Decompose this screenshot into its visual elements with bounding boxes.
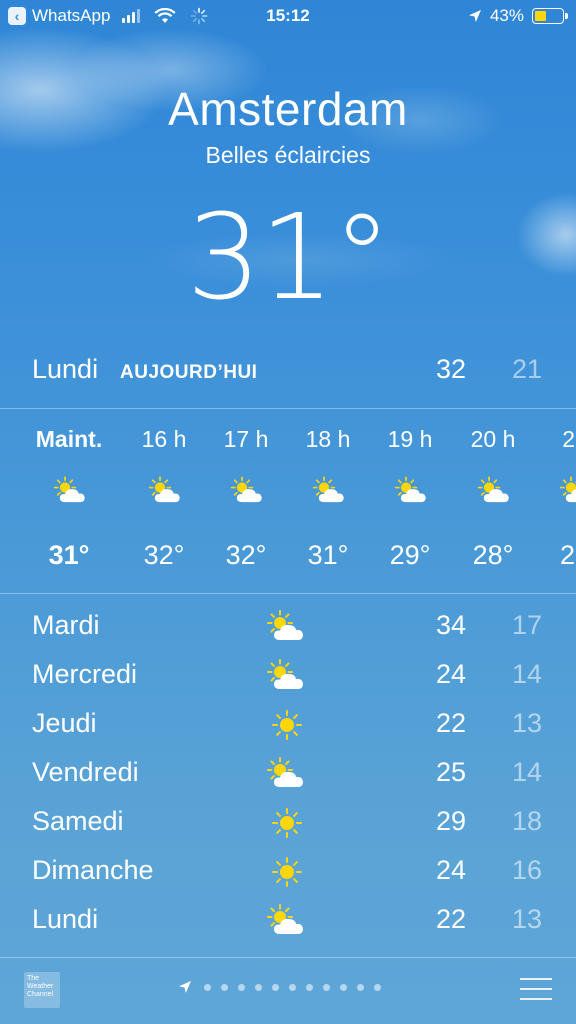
hour-label: 20 h	[470, 426, 516, 452]
battery-percentage: 43%	[489, 6, 524, 25]
page-dot[interactable]	[340, 983, 347, 991]
day-low: 14	[511, 659, 542, 689]
weather-channel-logo[interactable]: The Weather Channel	[24, 972, 60, 1008]
hour-temperature: 31°	[307, 540, 349, 570]
today-tag: AUJOURD’HUI	[120, 362, 258, 383]
partly-sunny-icon	[559, 476, 576, 506]
day-name: Mercredi	[32, 659, 138, 689]
hour-temperature: 32°	[225, 540, 267, 570]
partly-sunny-icon	[394, 476, 430, 506]
hour-temperature: 31°	[48, 540, 90, 570]
partly-sunny-icon	[53, 476, 89, 506]
day-low: 14	[511, 757, 542, 787]
hour-temperature: 27	[559, 540, 576, 570]
hourly-item: 20 h 28°	[452, 410, 534, 592]
day-low: 16	[511, 855, 542, 885]
hour-temperature: 28°	[472, 540, 514, 570]
page-dot[interactable]	[238, 983, 245, 991]
day-high: 34	[435, 610, 466, 640]
hour-label: 17 h	[223, 426, 269, 452]
day-name: Samedi	[32, 806, 124, 836]
city-list-icon[interactable]	[520, 978, 552, 1000]
daily-row: Vendredi 25 14	[0, 749, 576, 798]
partly-sunny-icon	[477, 476, 513, 506]
day-high: 29	[435, 806, 466, 836]
page-dot[interactable]	[323, 983, 330, 991]
daily-row: Samedi 29 18	[0, 798, 576, 847]
page-indicator[interactable]	[178, 980, 381, 994]
day-high: 24	[435, 855, 466, 885]
day-name: Dimanche	[32, 855, 154, 885]
daily-row: Mardi 34 17	[0, 602, 576, 651]
day-high: 22	[435, 708, 466, 738]
partly-sunny-icon	[230, 476, 266, 506]
today-low: 21	[511, 354, 542, 384]
partly-sunny-icon	[266, 757, 308, 791]
divider	[0, 408, 576, 409]
sun-icon	[266, 855, 308, 889]
sun-icon	[266, 708, 308, 742]
hour-label: 21	[562, 426, 576, 452]
page-dot[interactable]	[272, 983, 279, 991]
battery-icon	[532, 8, 568, 24]
location-arrow-icon	[179, 981, 191, 993]
partly-sunny-icon	[312, 476, 348, 506]
day-name: Mardi	[32, 610, 100, 640]
hour-label: 16 h	[141, 426, 187, 452]
hourly-item: 19 h 29°	[369, 410, 451, 592]
hourly-item: 21 27	[534, 410, 576, 592]
day-name: Vendredi	[32, 757, 139, 787]
hour-temperature: 32°	[143, 540, 185, 570]
city-name: Amsterdam	[168, 83, 408, 135]
page-dot[interactable]	[357, 983, 364, 991]
hourly-item: 18 h 31°	[287, 410, 369, 592]
today-day: Lundi	[32, 354, 99, 384]
daily-row: Jeudi 22 13	[0, 700, 576, 749]
page-dot[interactable]	[255, 983, 262, 991]
page-dot[interactable]	[289, 983, 296, 991]
hour-label: 19 h	[387, 426, 433, 452]
hour-temperature: 29°	[389, 540, 431, 570]
partly-sunny-icon	[266, 659, 308, 693]
today-high: 32	[435, 354, 466, 384]
daily-row: Dimanche 24 16	[0, 847, 576, 896]
hourly-item: Maint. 31°	[28, 410, 110, 592]
status-right: 43%	[468, 6, 568, 26]
divider	[0, 593, 576, 594]
day-high: 25	[435, 757, 466, 787]
bottom-bar: The Weather Channel	[0, 958, 576, 1024]
day-low: 18	[511, 806, 542, 836]
hourly-item: 17 h 32°	[205, 410, 287, 592]
hour-label: 18 h	[305, 426, 351, 452]
day-name: Jeudi	[32, 708, 97, 738]
status-bar: ‹ WhatsApp 15:12 43%	[0, 0, 576, 34]
today-summary: Lundi AUJOURD’HUI 32 21	[0, 352, 576, 392]
hourly-forecast[interactable]: Maint. 31° 16 h 32° 17 h 32° 18 h 31° 19…	[0, 410, 576, 592]
weather-condition: Belles éclaircies	[205, 142, 371, 168]
page-dot[interactable]	[204, 983, 211, 991]
hourly-item: 16 h 32°	[123, 410, 205, 592]
day-high: 24	[435, 659, 466, 689]
day-low: 13	[511, 708, 542, 738]
daily-row: Lundi 22 13	[0, 896, 576, 945]
page-dot[interactable]	[221, 983, 228, 991]
partly-sunny-icon	[148, 476, 184, 506]
day-high: 22	[435, 904, 466, 934]
hour-label: Maint.	[35, 426, 103, 452]
partly-sunny-icon	[266, 610, 308, 644]
daily-row: Mercredi 24 14	[0, 651, 576, 700]
current-temperature: 31°	[186, 188, 391, 326]
page-dot[interactable]	[374, 983, 381, 991]
page-dot[interactable]	[306, 983, 313, 991]
partly-sunny-icon	[266, 904, 308, 938]
location-arrow-icon	[468, 10, 481, 22]
day-low: 13	[511, 904, 542, 934]
day-name: Lundi	[32, 904, 99, 934]
sun-icon	[266, 806, 308, 840]
day-low: 17	[511, 610, 542, 640]
